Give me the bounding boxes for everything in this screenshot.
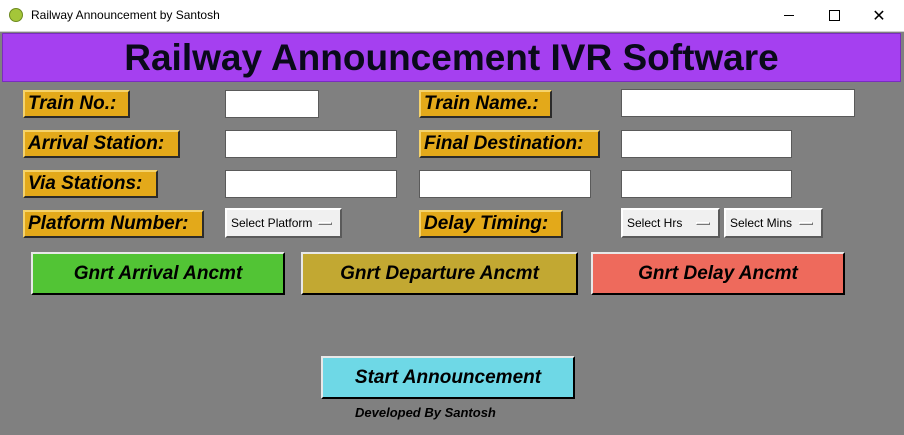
delay-timing-label: Delay Timing: xyxy=(419,210,563,238)
maximize-icon xyxy=(828,10,840,21)
dropdown-indicator-icon xyxy=(318,222,332,225)
train-no-input[interactable] xyxy=(225,90,319,118)
arrival-station-input[interactable] xyxy=(225,130,397,158)
page-title: Railway Announcement IVR Software xyxy=(124,36,779,78)
hours-select-value: Select Hrs xyxy=(627,216,683,230)
generate-delay-button[interactable]: Gnrt Delay Ancmt xyxy=(591,252,845,295)
app-header: Railway Announcement IVR Software xyxy=(2,33,901,82)
train-name-label: Train Name.: xyxy=(419,90,552,118)
generate-departure-button[interactable]: Gnrt Departure Ancmt xyxy=(301,252,578,295)
final-destination-input[interactable] xyxy=(621,130,792,158)
window-titlebar: Railway Announcement by Santosh ✕ xyxy=(0,0,904,32)
via-station-3-input[interactable] xyxy=(621,170,792,198)
platform-select[interactable]: Select Platform xyxy=(225,208,342,238)
mins-select[interactable]: Select Mins xyxy=(724,208,823,238)
minimize-button[interactable] xyxy=(766,0,812,31)
train-name-input[interactable] xyxy=(621,89,855,117)
close-button[interactable]: ✕ xyxy=(856,0,902,31)
platform-number-label: Platform Number: xyxy=(23,210,204,238)
generate-arrival-button[interactable]: Gnrt Arrival Ancmt xyxy=(31,252,285,295)
start-announcement-button[interactable]: Start Announcement xyxy=(321,356,575,399)
dropdown-indicator-icon xyxy=(696,222,710,225)
minimize-icon xyxy=(784,15,794,16)
close-icon: ✕ xyxy=(872,7,886,25)
hours-select[interactable]: Select Hrs xyxy=(621,208,720,238)
via-station-2-input[interactable] xyxy=(419,170,591,198)
train-no-label: Train No.: xyxy=(23,90,130,118)
window-title: Railway Announcement by Santosh xyxy=(31,8,220,22)
dropdown-indicator-icon xyxy=(799,222,813,225)
maximize-button[interactable] xyxy=(811,0,857,31)
platform-select-value: Select Platform xyxy=(231,216,313,230)
arrival-station-label: Arrival Station: xyxy=(23,130,180,158)
via-stations-label: Via Stations: xyxy=(23,170,158,198)
via-station-1-input[interactable] xyxy=(225,170,397,198)
mins-select-value: Select Mins xyxy=(730,216,793,230)
developer-credit: Developed By Santosh xyxy=(355,405,496,420)
app-icon xyxy=(9,8,23,22)
final-destination-label: Final Destination: xyxy=(419,130,600,158)
